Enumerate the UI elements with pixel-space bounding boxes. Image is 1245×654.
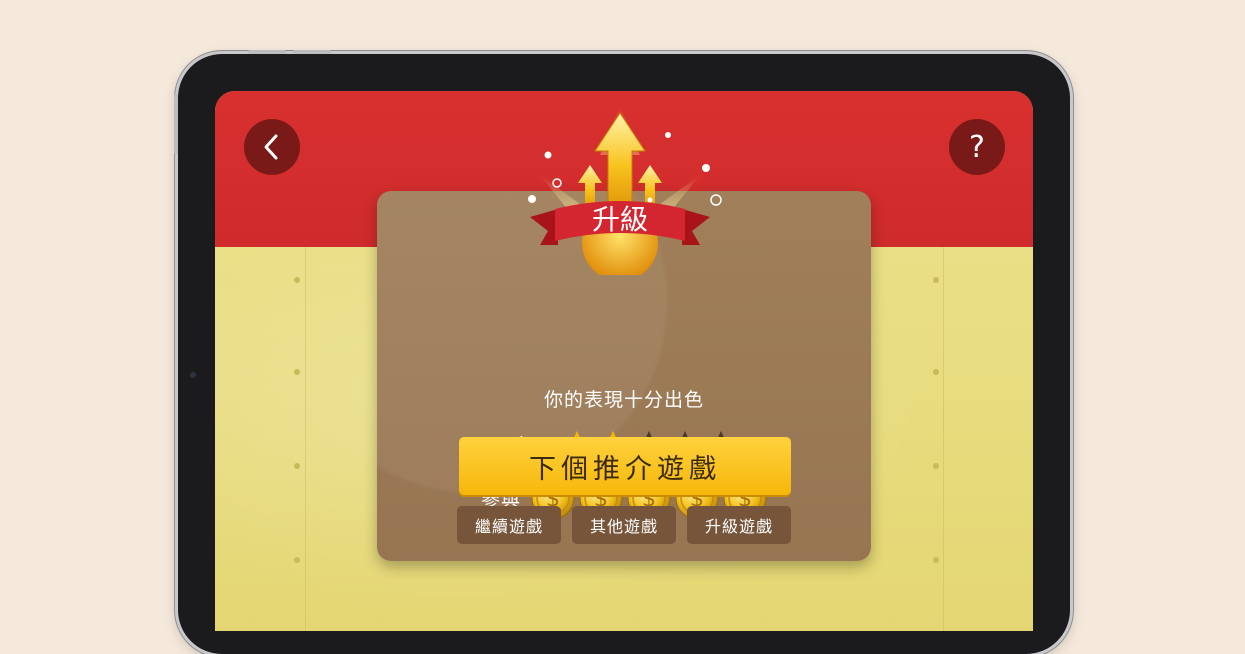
volume-button bbox=[248, 50, 286, 54]
badge-text: 升級 bbox=[592, 203, 648, 236]
upgrade-emblem: 升級 bbox=[528, 105, 722, 275]
other-games-button[interactable]: 其他遊戲 bbox=[572, 506, 676, 544]
game-screen: ? 你的表現十分出色 表現 參與 $$$$$ 下個推介遊戲 繼續遊戲 其他遊戲 … bbox=[215, 91, 1033, 631]
power-button bbox=[174, 94, 178, 154]
next-recommended-game-button[interactable]: 下個推介遊戲 bbox=[459, 437, 791, 495]
chevron-left-icon bbox=[264, 134, 278, 160]
volume-button bbox=[293, 50, 331, 54]
camera bbox=[190, 372, 196, 378]
secondary-actions: 繼續遊戲 其他遊戲 升級遊戲 bbox=[377, 506, 871, 544]
tablet-frame: ? 你的表現十分出色 表現 參與 $$$$$ 下個推介遊戲 繼續遊戲 其他遊戲 … bbox=[174, 50, 1070, 654]
help-button[interactable]: ? bbox=[949, 119, 1005, 175]
upward-arrows-icon bbox=[528, 105, 722, 275]
help-icon: ? bbox=[969, 129, 985, 165]
result-message: 你的表現十分出色 bbox=[543, 389, 704, 411]
back-button[interactable] bbox=[244, 119, 300, 175]
continue-game-button[interactable]: 繼續遊戲 bbox=[457, 506, 561, 544]
upgrade-game-button[interactable]: 升級遊戲 bbox=[687, 506, 791, 544]
